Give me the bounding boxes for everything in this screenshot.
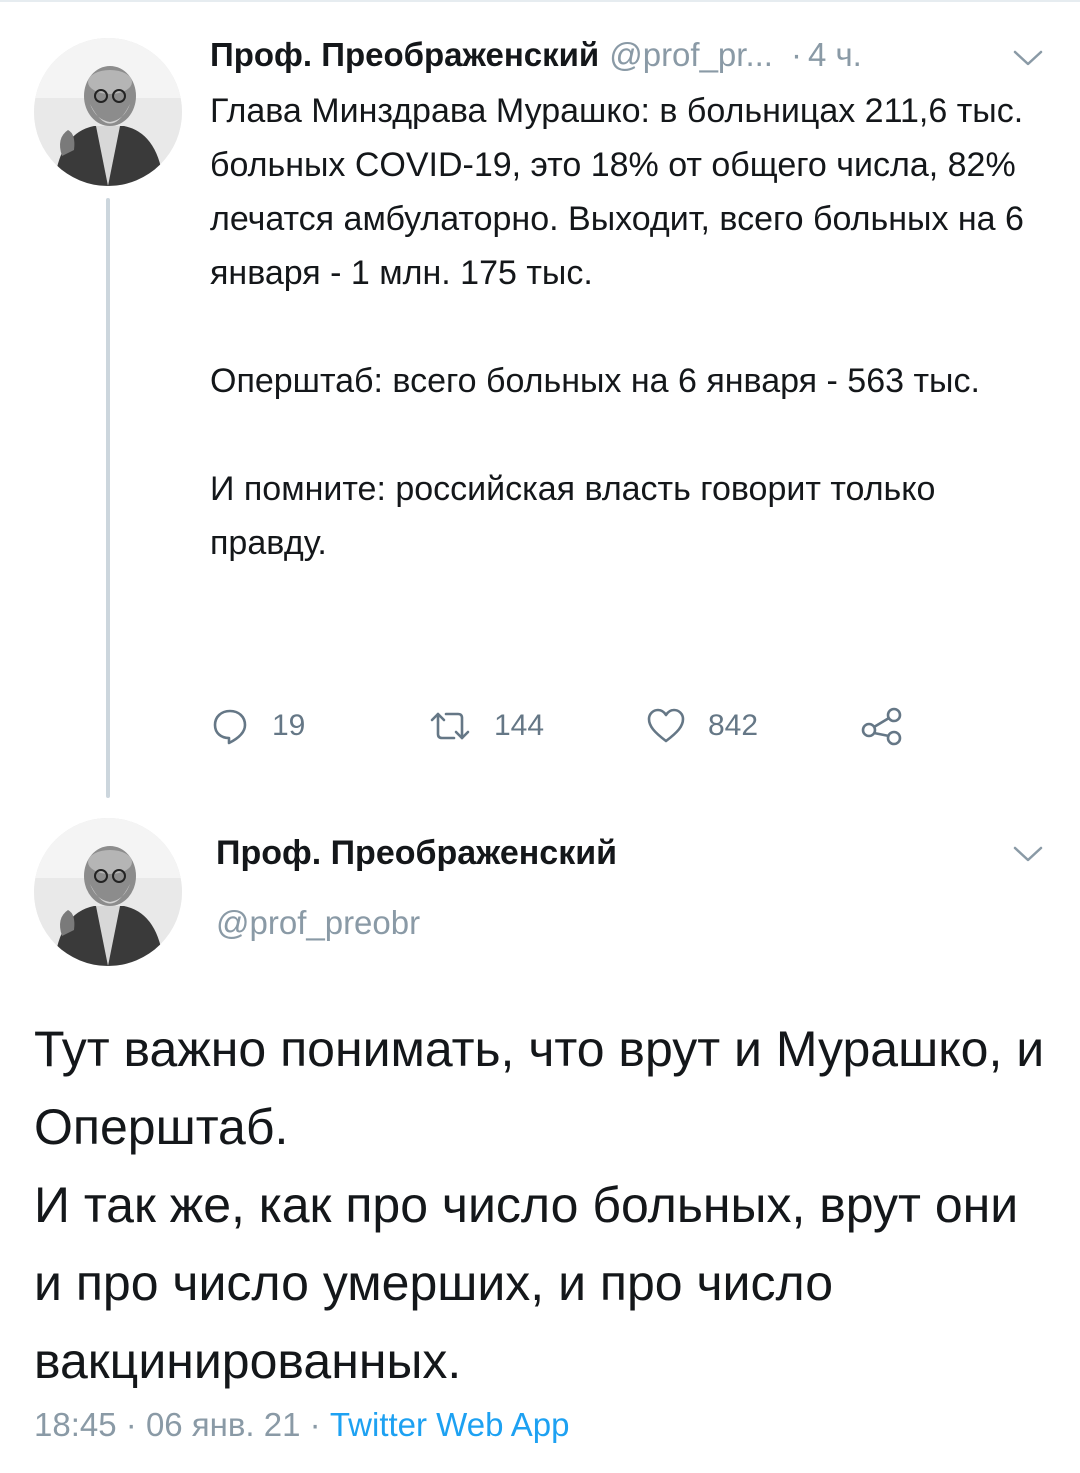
chevron-down-icon[interactable]	[1012, 844, 1044, 864]
tweet-paragraph: И помните: российская власть говорит тол…	[210, 470, 936, 562]
tweet-paragraph: И так же, как про число больных, врут он…	[34, 1177, 1019, 1389]
avatar-photo	[34, 38, 182, 186]
separator-dot: ·	[309, 1406, 321, 1443]
tweet-date[interactable]: 06 янв. 21	[146, 1406, 301, 1443]
share-button[interactable]	[860, 700, 904, 752]
reply-icon	[213, 709, 247, 745]
tweet-time[interactable]: 18:45	[34, 1406, 117, 1443]
tweet1-text: Глава Минздрава Мурашко: в больницах 211…	[210, 84, 1060, 570]
thread-connector-line	[106, 198, 110, 798]
author-handle[interactable]: @prof_pr...	[609, 36, 773, 74]
tweet-paragraph: Глава Минздрава Мурашко: в больницах 211…	[210, 92, 1024, 292]
tweet2-text: Тут важно понимать, что врут и Мурашко, …	[34, 1010, 1054, 1400]
tweet-paragraph: Оперштаб: всего больных на 6 января - 56…	[210, 362, 980, 400]
reply-button[interactable]: 19	[210, 700, 305, 752]
author-handle[interactable]: @prof_preobr	[216, 904, 420, 942]
avatar[interactable]	[34, 38, 182, 186]
avatar-photo	[34, 818, 182, 966]
tweet-time[interactable]: 4 ч.	[808, 36, 862, 74]
reply-count: 19	[272, 709, 306, 742]
avatar[interactable]	[34, 818, 182, 966]
author-name[interactable]: Проф. Преображенский	[210, 36, 599, 74]
author-name[interactable]: Проф. Преображенский	[216, 834, 617, 873]
retweet-count: 144	[494, 709, 545, 742]
tweet-paragraph: Тут важно понимать, что врут и Мурашко, …	[34, 1021, 1045, 1155]
separator-dot: ·	[125, 1406, 137, 1443]
retweet-icon	[430, 712, 470, 740]
retweet-button[interactable]: 144	[428, 700, 544, 752]
chevron-down-icon[interactable]	[1012, 48, 1044, 68]
separator-dot: ·	[790, 36, 802, 73]
like-button[interactable]: 842	[646, 700, 758, 752]
source-app-link[interactable]: Twitter Web App	[330, 1406, 570, 1443]
heart-icon	[647, 708, 685, 743]
tweet1-header: Проф. Преображенский @prof_pr... · 4 ч.	[210, 36, 1070, 86]
share-icon	[861, 707, 902, 746]
tweet-actions-bar: 19 144 842	[210, 700, 930, 752]
like-count: 842	[708, 709, 759, 742]
top-divider	[0, 0, 1080, 2]
tweet-metadata: 18:45 · 06 янв. 21 · Twitter Web App	[34, 1406, 570, 1444]
